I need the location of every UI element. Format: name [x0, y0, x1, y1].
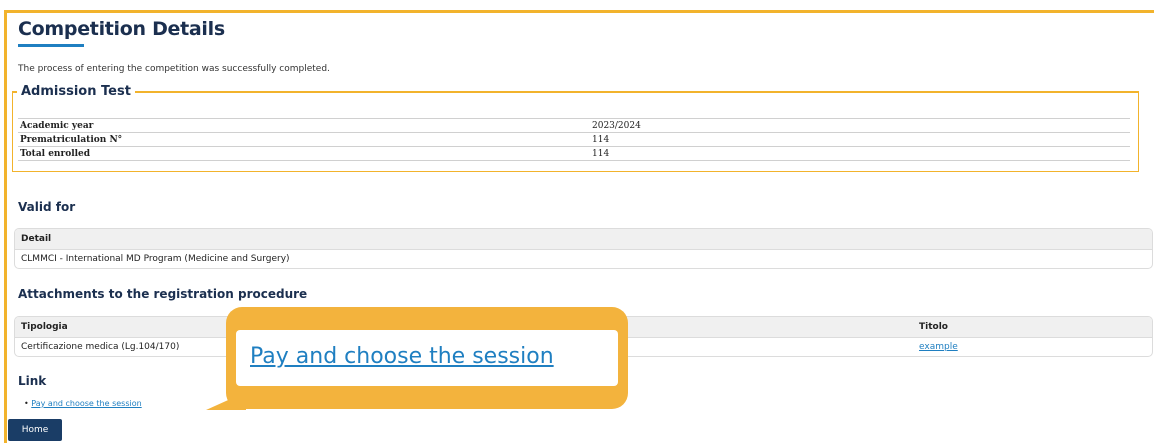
top-accent-rule: [4, 10, 1154, 13]
title-underline: [18, 44, 84, 47]
prematriculation-label: Prematriculation N°: [18, 132, 590, 147]
total-enrolled-label: Total enrolled: [18, 146, 590, 161]
academic-year-value: 2023/2024: [590, 118, 1130, 133]
prematriculation-value: 114: [590, 132, 1130, 147]
tipologia-column-header: Tipologia: [21, 322, 68, 332]
valid-for-heading: Valid for: [18, 200, 76, 214]
admission-info-table: Academic year 2023/2024 Prematriculation…: [18, 118, 1130, 161]
success-message: The process of entering the competition …: [18, 64, 330, 74]
program-detail: CLMMCI - International MD Program (Medic…: [21, 254, 290, 264]
valid-for-panel: Detail CLMMCI - International MD Program…: [14, 228, 1153, 269]
home-button[interactable]: Home: [8, 419, 62, 441]
total-enrolled-value: 114: [590, 146, 1130, 161]
callout-pay-session-link[interactable]: Pay and choose the session: [250, 344, 554, 369]
left-accent-rule: [4, 10, 7, 443]
attachments-heading: Attachments to the registration procedur…: [18, 287, 308, 301]
titolo-column-header: Titolo: [919, 322, 948, 332]
link-heading: Link: [18, 374, 47, 388]
table-row: Academic year 2023/2024: [18, 118, 1130, 133]
link-list-item: • Pay and choose the session: [24, 399, 142, 408]
pay-session-link[interactable]: Pay and choose the session: [31, 399, 141, 408]
academic-year-label: Academic year: [18, 118, 590, 133]
attachment-title-link[interactable]: example: [919, 338, 958, 356]
detail-column-header: Detail: [15, 229, 1152, 250]
admission-test-legend: Admission Test: [21, 84, 131, 99]
attachment-type: Certificazione medica (Lg.104/170): [21, 342, 180, 352]
table-row: Prematriculation N° 114: [18, 132, 1130, 147]
table-row: Total enrolled 114: [18, 146, 1130, 161]
page-title: Competition Details: [18, 18, 225, 40]
